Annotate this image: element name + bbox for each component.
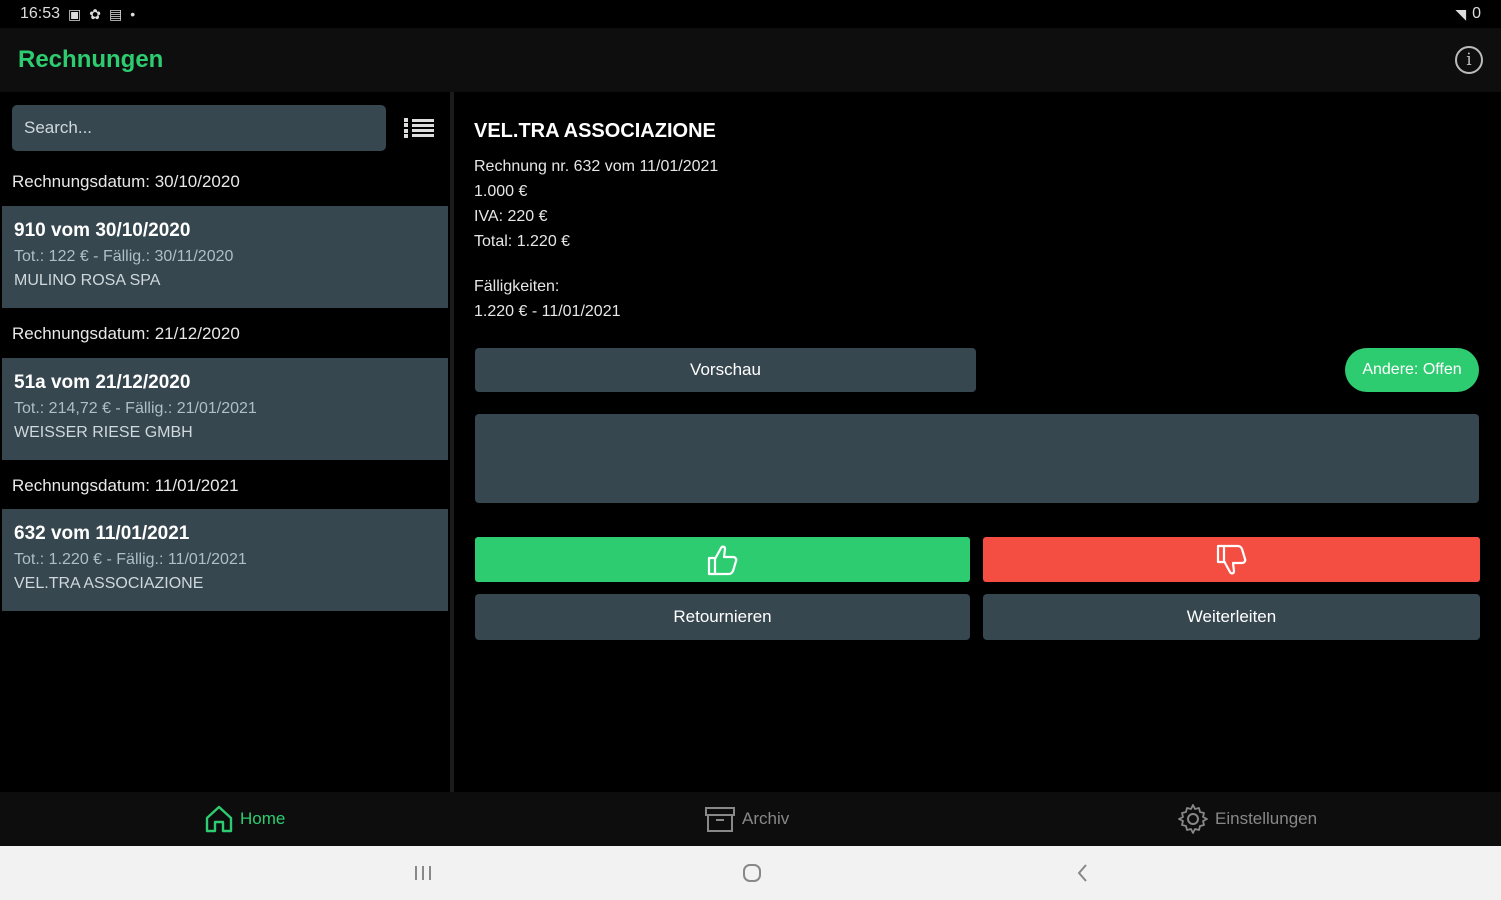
list-item-title: 910 vom 30/10/2020 bbox=[14, 220, 191, 241]
list-item-detail: Tot.: 214,72 € - Fällig.: 21/01/2021 bbox=[14, 400, 257, 417]
detail-net: 1.000 € bbox=[474, 183, 528, 200]
detail-invoice: Rechnung nr. 632 vom 11/01/2021 bbox=[474, 158, 719, 175]
approve-button[interactable] bbox=[475, 537, 970, 582]
status-badge[interactable]: Andere: Offen bbox=[1345, 348, 1479, 392]
settings-gear-icon bbox=[1178, 804, 1208, 834]
preview-button[interactable]: Vorschau bbox=[475, 348, 976, 392]
more-dot-icon: • bbox=[130, 6, 136, 22]
nav-settings[interactable]: Einstellungen bbox=[1177, 792, 1317, 846]
status-time: 16:53 bbox=[20, 5, 61, 22]
detail-total: Total: 1.220 € bbox=[474, 233, 571, 250]
detail-vat: IVA: 220 € bbox=[474, 208, 548, 225]
detail-company: VEL.TRA ASSOCIAZIONE bbox=[474, 120, 716, 142]
list-item[interactable]: 51a vom 21/12/2020 Tot.: 214,72 € - Fäll… bbox=[2, 358, 448, 460]
app-bar: Rechnungen i bbox=[0, 28, 1501, 92]
search-input[interactable]: Search... bbox=[12, 105, 386, 151]
section-header: Rechnungsdatum: 30/10/2020 bbox=[12, 172, 240, 191]
list-item[interactable]: 910 vom 30/10/2020 Tot.: 122 € - Fällig.… bbox=[2, 206, 448, 308]
list-item[interactable]: 632 vom 11/01/2021 Tot.: 1.220 € - Fälli… bbox=[2, 509, 448, 611]
list-item-company: VEL.TRA ASSOCIAZIONE bbox=[14, 575, 204, 592]
status-bar: 16:53 ▣ ✿ ▤ • ◥ 0 bbox=[0, 0, 1501, 28]
section-header: Rechnungsdatum: 21/12/2020 bbox=[12, 324, 240, 343]
list-item-company: WEISSER RIESE GMBH bbox=[14, 424, 193, 441]
bottom-nav: Home Archiv Einstellungen bbox=[0, 792, 1501, 846]
thumbs-down-icon bbox=[1216, 544, 1246, 574]
home-circle-icon[interactable] bbox=[739, 860, 765, 886]
home-icon bbox=[205, 805, 233, 833]
thumbs-up-icon bbox=[707, 545, 737, 575]
invoice-list-pane: Search... Rechnungsdatum: 30/10/2020 910… bbox=[0, 92, 450, 792]
nav-archive-label: Archiv bbox=[742, 809, 790, 828]
recent-apps-icon[interactable] bbox=[410, 860, 436, 886]
list-view-icon[interactable] bbox=[404, 116, 434, 140]
archive-icon bbox=[705, 807, 735, 832]
due-label: Fälligkeiten: bbox=[474, 278, 560, 295]
return-button[interactable]: Retournieren bbox=[475, 594, 970, 640]
list-item-title: 632 vom 11/01/2021 bbox=[14, 523, 190, 544]
list-item-detail: Tot.: 122 € - Fällig.: 30/11/2020 bbox=[14, 248, 234, 265]
page-title: Rechnungen bbox=[18, 46, 164, 73]
info-icon[interactable]: i bbox=[1455, 46, 1483, 74]
section-header: Rechnungsdatum: 11/01/2021 bbox=[12, 476, 239, 495]
nav-home-label: Home bbox=[240, 809, 286, 828]
due-value: 1.220 € - 11/01/2021 bbox=[474, 303, 621, 320]
invoice-detail-pane: VEL.TRA ASSOCIAZIONE Rechnung nr. 632 vo… bbox=[454, 92, 1501, 792]
nav-home[interactable]: Home bbox=[204, 792, 285, 846]
forward-button[interactable]: Weiterleiten bbox=[983, 594, 1480, 640]
system-nav-bar bbox=[0, 846, 1501, 900]
reject-button[interactable] bbox=[983, 537, 1480, 582]
gallery-icon: ▣ bbox=[68, 5, 82, 22]
nav-settings-label: Einstellungen bbox=[1215, 809, 1318, 828]
list-item-detail: Tot.: 1.220 € - Fällig.: 11/01/2021 bbox=[14, 551, 247, 568]
gear-icon: ✿ bbox=[89, 5, 102, 22]
list-item-title: 51a vom 21/12/2020 bbox=[14, 372, 191, 393]
search-row: Search... bbox=[12, 104, 442, 152]
nav-archive[interactable]: Archiv bbox=[704, 792, 789, 846]
battery-level: 0 bbox=[1472, 5, 1481, 22]
list-item-company: MULINO ROSA SPA bbox=[14, 272, 161, 289]
back-icon[interactable] bbox=[1070, 860, 1096, 886]
wifi-icon: ◥ bbox=[1455, 5, 1467, 22]
notes-field[interactable] bbox=[475, 414, 1479, 503]
image-icon: ▤ bbox=[109, 5, 123, 22]
